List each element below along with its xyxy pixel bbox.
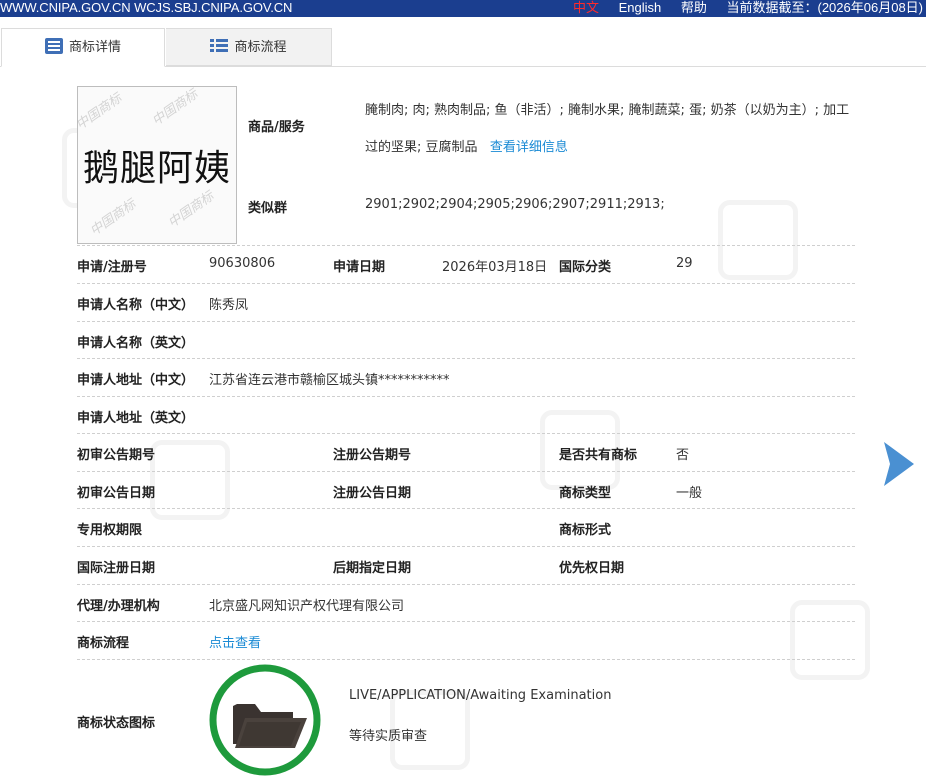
row-divider: [77, 546, 855, 547]
applicant-cn-value: 陈秀凤: [209, 298, 249, 313]
status-chinese: 等待实质审查: [349, 729, 428, 744]
trademark-image: 中国商标 中国商标 中国商标 中国商标 鹅腿阿姨: [77, 86, 237, 244]
address-en-label: 申请人地址（英文）: [77, 411, 195, 426]
row-divider: [77, 584, 855, 585]
agent-label: 代理/办理机构: [77, 599, 160, 614]
exclusive-period-label: 专用权期限: [77, 523, 143, 538]
shared-mark-label: 是否共有商标: [559, 448, 638, 463]
tab-bar: 商标详情 商标流程: [0, 28, 926, 67]
row-divider: [77, 471, 855, 472]
chevron-right-icon[interactable]: [882, 440, 916, 488]
intl-reg-date-label: 国际注册日期: [77, 561, 156, 576]
image-watermark: 中国商标: [149, 87, 201, 130]
row-divider: [77, 358, 855, 359]
reg-no-value: 90630806: [209, 256, 276, 271]
similar-group-label: 类似群: [248, 201, 288, 216]
prelim-no-label: 初审公告期号: [77, 448, 156, 463]
watermark: [718, 200, 798, 280]
intl-class-value: 29: [676, 256, 693, 271]
image-watermark: 中国商标: [77, 91, 125, 134]
mark-form-label: 商标形式: [559, 523, 612, 538]
row-divider: [77, 245, 855, 246]
view-details-link[interactable]: 查看详细信息: [490, 140, 568, 155]
watermark: [790, 600, 870, 680]
top-bar: WWW.CNIPA.GOV.CN WCJS.SBJ.CNIPA.GOV.CN 中…: [0, 0, 926, 17]
trademark-text: 鹅腿阿姨: [82, 148, 231, 189]
process-label: 商标流程: [77, 636, 130, 651]
goods-label: 商品/服务: [248, 120, 305, 135]
goods-text: 腌制肉; 肉; 熟肉制品; 鱼（非活）; 腌制水果; 腌制蔬菜; 蛋; 奶茶（以…: [365, 103, 850, 155]
row-divider: [77, 508, 855, 509]
app-date-value: 2026年03月18日: [442, 260, 548, 275]
address-cn-value: 江苏省连云港市赣榆区城头镇***********: [209, 373, 450, 388]
site-url: WWW.CNIPA.GOV.CN WCJS.SBJ.CNIPA.GOV.CN: [0, 0, 293, 15]
priority-date-label: 优先权日期: [559, 561, 625, 576]
row-divider: [77, 283, 855, 284]
row-divider: [77, 433, 855, 434]
goods-services: 腌制肉; 肉; 熟肉制品; 鱼（非活）; 腌制水果; 腌制蔬菜; 蛋; 奶茶（以…: [365, 92, 860, 166]
address-cn-label: 申请人地址（中文）: [77, 373, 195, 388]
image-watermark: 中国商标: [87, 197, 139, 240]
applicant-cn-label: 申请人名称（中文）: [77, 298, 195, 313]
lang-english-link[interactable]: English: [619, 0, 662, 15]
row-divider: [77, 621, 855, 622]
help-link[interactable]: 帮助: [681, 0, 707, 15]
reg-pub-no-label: 注册公告期号: [333, 448, 412, 463]
applicant-en-label: 申请人名称（英文）: [77, 336, 195, 351]
view-process-link[interactable]: 点击查看: [209, 632, 261, 651]
mark-type-value: 一般: [676, 486, 703, 501]
image-watermark: 中国商标: [165, 189, 217, 232]
tab-trademark-detail[interactable]: 商标详情: [1, 28, 165, 67]
prelim-date-label: 初审公告日期: [77, 486, 156, 501]
list-lines-icon: [44, 38, 63, 54]
lang-chinese-link[interactable]: 中文: [573, 0, 599, 15]
similar-group-value: 2901;2902;2904;2905;2906;2907;2911;2913;: [365, 197, 665, 212]
status-english: LIVE/APPLICATION/Awaiting Examination: [349, 688, 612, 703]
row-divider: [77, 659, 855, 660]
app-date-label: 申请日期: [333, 260, 386, 275]
intl-class-label: 国际分类: [559, 260, 612, 275]
reg-no-label: 申请/注册号: [77, 260, 147, 275]
row-divider: [77, 396, 855, 397]
agent-value: 北京盛凡网知识产权代理有限公司: [209, 599, 405, 614]
mark-type-label: 商标类型: [559, 486, 612, 501]
tab-detail-label: 商标详情: [68, 40, 121, 55]
folder-icon: [209, 664, 321, 776]
list-grid-icon: [210, 39, 229, 52]
tab-process-label: 商标流程: [234, 40, 287, 55]
status-icon-label: 商标状态图标: [77, 716, 156, 731]
shared-mark-value: 否: [676, 448, 690, 463]
reg-pub-date-label: 注册公告日期: [333, 486, 412, 501]
data-as-of: 当前数据截至：(2026年06月08日): [726, 0, 924, 15]
later-designation-label: 后期指定日期: [333, 561, 412, 576]
row-divider: [77, 321, 855, 322]
tab-trademark-process[interactable]: 商标流程: [166, 28, 332, 66]
